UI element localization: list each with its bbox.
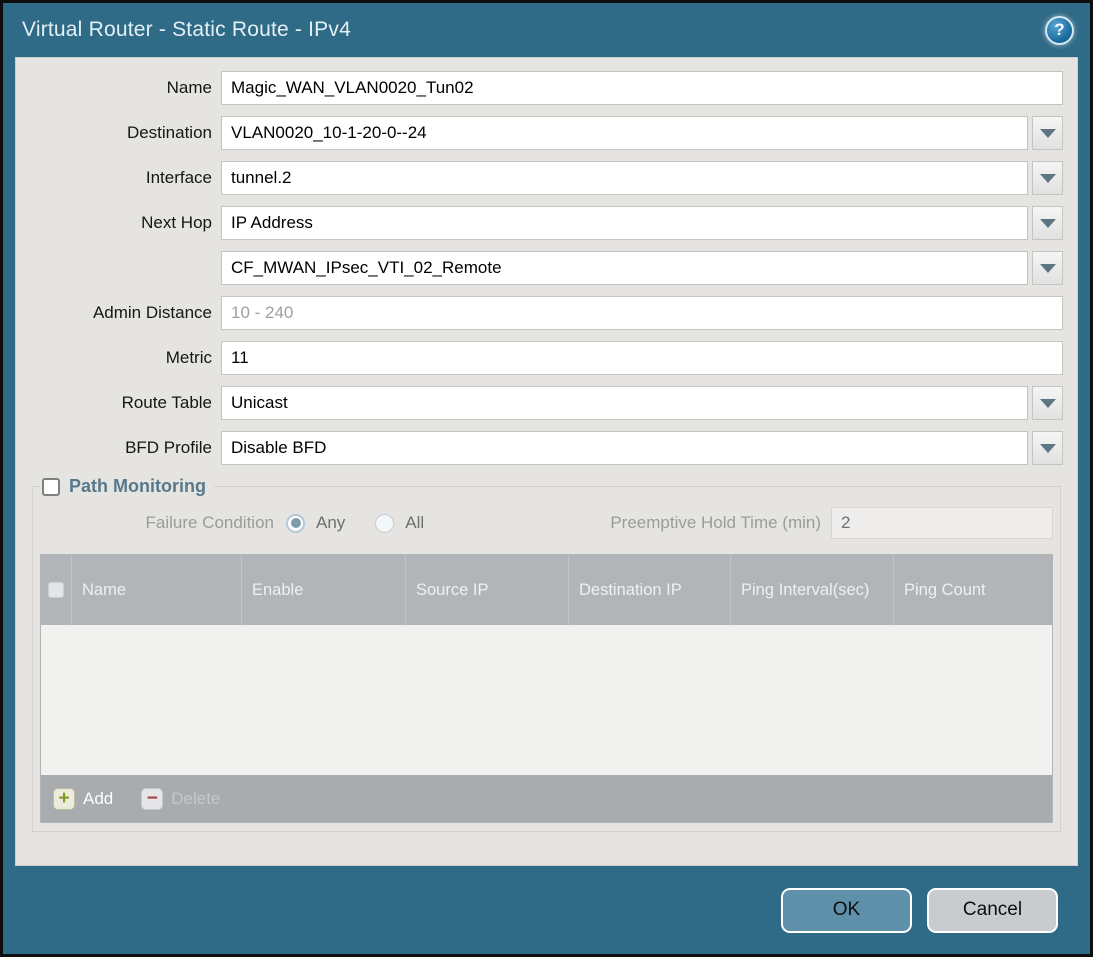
preemptive-hold-time-input[interactable] [831,507,1053,539]
name-input[interactable] [221,71,1063,105]
column-header-ping-count: Ping Count [893,555,1052,625]
next-hop-address-input[interactable] [221,251,1028,285]
failure-condition-any-label: Any [316,513,345,533]
chevron-down-icon [1040,129,1056,138]
failure-condition-any-radio[interactable] [286,514,305,533]
path-monitoring-checkbox[interactable] [42,478,60,496]
plus-icon: + [53,788,75,810]
dialog-title: Virtual Router - Static Route - IPv4 [22,18,351,42]
path-monitoring-section: Path Monitoring Failure Condition Any Al… [32,476,1061,832]
failure-condition-row: Failure Condition Any All Preemptive Hol… [40,505,1053,541]
failure-condition-all-label: All [405,513,424,533]
titlebar: Virtual Router - Static Route - IPv4 ? [3,3,1090,57]
add-button[interactable]: + Add [53,788,113,810]
form-row-admin-distance: Admin Distance [30,296,1063,330]
chevron-down-icon [1040,174,1056,183]
table-toolbar: + Add − Delete [41,775,1052,822]
ok-button[interactable]: OK [781,888,912,933]
form-row-bfd-profile: BFD Profile [30,431,1063,465]
interface-label: Interface [30,168,221,188]
chevron-down-icon [1040,264,1056,273]
add-button-label: Add [83,789,113,809]
column-header-enable: Enable [241,555,405,625]
interface-dropdown-button[interactable] [1032,161,1063,195]
table-header-row: Name Enable Source IP Destination IP Pin… [41,555,1052,625]
chevron-down-icon [1040,399,1056,408]
destination-label: Destination [30,123,221,143]
route-table-dropdown-button[interactable] [1032,386,1063,420]
destination-input[interactable] [221,116,1028,150]
cancel-button[interactable]: Cancel [927,888,1058,933]
dialog-footer: OK Cancel [3,866,1090,954]
path-monitoring-legend: Path Monitoring [40,476,214,497]
column-header-ping-interval: Ping Interval(sec) [730,555,893,625]
table-header-select-all [41,555,71,625]
bfd-profile-label: BFD Profile [30,438,221,458]
column-header-destination-ip: Destination IP [568,555,730,625]
form-row-interface: Interface [30,161,1063,195]
dialog-content: Name Destination Interface Next Hop [15,57,1078,866]
form-row-next-hop-address [30,251,1063,285]
form-row-next-hop: Next Hop [30,206,1063,240]
admin-distance-input[interactable] [221,296,1063,330]
bfd-profile-dropdown-button[interactable] [1032,431,1063,465]
form-row-metric: Metric [30,341,1063,375]
column-header-name: Name [71,555,241,625]
failure-condition-label: Failure Condition [40,513,286,533]
failure-condition-all-radio[interactable] [375,514,394,533]
form-row-destination: Destination [30,116,1063,150]
next-hop-label: Next Hop [30,213,221,233]
column-header-source-ip: Source IP [405,555,568,625]
static-route-dialog: Virtual Router - Static Route - IPv4 ? N… [0,0,1093,957]
minus-icon: − [141,788,163,810]
table-body-empty [41,625,1052,775]
next-hop-type-dropdown-button[interactable] [1032,206,1063,240]
path-monitoring-title: Path Monitoring [69,476,206,497]
route-table-label: Route Table [30,393,221,413]
name-label: Name [30,78,221,98]
chevron-down-icon [1040,444,1056,453]
path-monitoring-table: Name Enable Source IP Destination IP Pin… [40,554,1053,823]
next-hop-address-dropdown-button[interactable] [1032,251,1063,285]
interface-input[interactable] [221,161,1028,195]
route-table-input[interactable] [221,386,1028,420]
metric-label: Metric [30,348,221,368]
form-row-route-table: Route Table [30,386,1063,420]
select-all-checkbox[interactable] [48,582,64,598]
delete-button-label: Delete [171,789,220,809]
help-icon[interactable]: ? [1045,16,1074,45]
bfd-profile-input[interactable] [221,431,1028,465]
destination-dropdown-button[interactable] [1032,116,1063,150]
chevron-down-icon [1040,219,1056,228]
next-hop-type-input[interactable] [221,206,1028,240]
form-row-name: Name [30,71,1063,105]
metric-input[interactable] [221,341,1063,375]
admin-distance-label: Admin Distance [30,303,221,323]
preemptive-hold-time-label: Preemptive Hold Time (min) [610,513,831,533]
delete-button[interactable]: − Delete [141,788,220,810]
